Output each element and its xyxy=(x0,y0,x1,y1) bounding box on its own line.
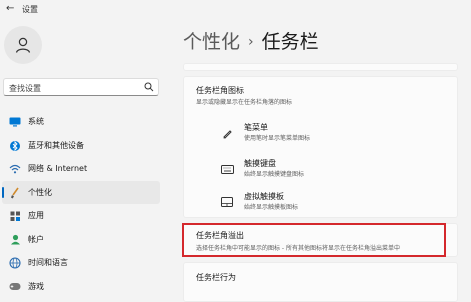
search-placeholder: 查找设置 xyxy=(9,84,41,93)
back-arrow-icon[interactable]: ← xyxy=(6,3,14,14)
keyboard-icon xyxy=(220,162,234,176)
pen-menu-setting[interactable]: 笔菜单 使用笔时显示笔菜单图标 xyxy=(184,120,459,146)
breadcrumb-separator: › xyxy=(248,34,254,50)
section-title: 任务栏角图标 xyxy=(196,86,244,95)
setting-title: 笔菜单 xyxy=(244,123,268,132)
sidebar-item-label: 时间和语言 xyxy=(28,258,68,267)
section-description: 显示或隐藏显示在任务栏角落的图标 xyxy=(196,99,293,106)
apps-icon xyxy=(8,209,22,223)
taskbar-corner-icons-card: 任务栏角图标 显示或隐藏显示在任务栏角落的图标 笔菜单 使用笔时显示笔菜单图标 … xyxy=(183,76,458,218)
sidebar-item-system[interactable]: 系统 xyxy=(2,110,160,134)
sidebar-item-bluetooth[interactable]: 蓝牙和其他设备 xyxy=(2,134,160,158)
search-icon xyxy=(144,82,154,92)
sidebar-item-label: 应用 xyxy=(28,211,44,220)
globe-clock-icon xyxy=(8,256,22,270)
breadcrumb: 个性化 › 任务栏 xyxy=(183,27,319,54)
sidebar-item-label: 网络 & Internet xyxy=(28,164,88,173)
breadcrumb-parent[interactable]: 个性化 xyxy=(183,31,240,53)
sidebar-item-label: 游戏 xyxy=(28,281,44,291)
sidebar-item-label: 个性化 xyxy=(28,187,52,197)
app-title: 设置 xyxy=(22,5,38,14)
highlight-box xyxy=(182,223,446,257)
account-icon xyxy=(8,233,22,247)
sidebar-item-label: 系统 xyxy=(28,117,44,126)
sidebar-item-network[interactable]: 网络 & Internet xyxy=(2,157,160,181)
setting-title: 触摸键盘 xyxy=(244,159,276,168)
monitor-icon xyxy=(8,115,22,129)
sidebar-item-personalization[interactable]: 个性化 xyxy=(2,180,160,204)
setting-title: 虚拟触摸板 xyxy=(244,192,284,201)
section-title: 任务栏行为 xyxy=(196,273,236,282)
sidebar-item-time-language[interactable]: 时间和语言 xyxy=(2,251,160,275)
search-input[interactable]: 查找设置 xyxy=(3,78,159,96)
sidebar-item-apps[interactable]: 应用 xyxy=(2,204,160,228)
setting-description: 使用笔时显示笔菜单图标 xyxy=(244,135,311,142)
sidebar-item-label: 帐户 xyxy=(28,234,44,244)
page-title: 任务栏 xyxy=(261,31,319,53)
sidebar-item-accounts[interactable]: 帐户 xyxy=(2,228,160,252)
title-bar: ← 设置 xyxy=(0,0,471,18)
gamepad-icon xyxy=(8,280,22,294)
wifi-icon xyxy=(8,162,22,176)
touchpad-icon xyxy=(220,195,234,209)
taskbar-behaviors-card[interactable]: 任务栏行为 xyxy=(183,262,458,302)
virtual-touchpad-setting[interactable]: 虚拟触摸板 始终显示触摸板图标 xyxy=(184,189,459,215)
bluetooth-icon xyxy=(8,139,22,153)
setting-card-above xyxy=(183,63,458,71)
avatar[interactable] xyxy=(4,26,42,64)
pen-icon xyxy=(220,126,234,140)
sidebar-item-gaming[interactable]: 游戏 xyxy=(2,275,160,299)
sidebar-item-label: 蓝牙和其他设备 xyxy=(28,140,84,150)
setting-description: 始终显示触摸板图标 xyxy=(244,204,299,211)
user-icon xyxy=(15,37,31,53)
touch-keyboard-setting[interactable]: 触摸键盘 始终显示触摸键盘图标 xyxy=(184,156,459,182)
sidebar-nav: 系统 蓝牙和其他设备 网络 & Internet 个性化 应用 帐户 时间和语言… xyxy=(0,110,160,298)
brush-icon xyxy=(8,186,22,200)
setting-description: 始终显示触摸键盘图标 xyxy=(244,171,305,178)
